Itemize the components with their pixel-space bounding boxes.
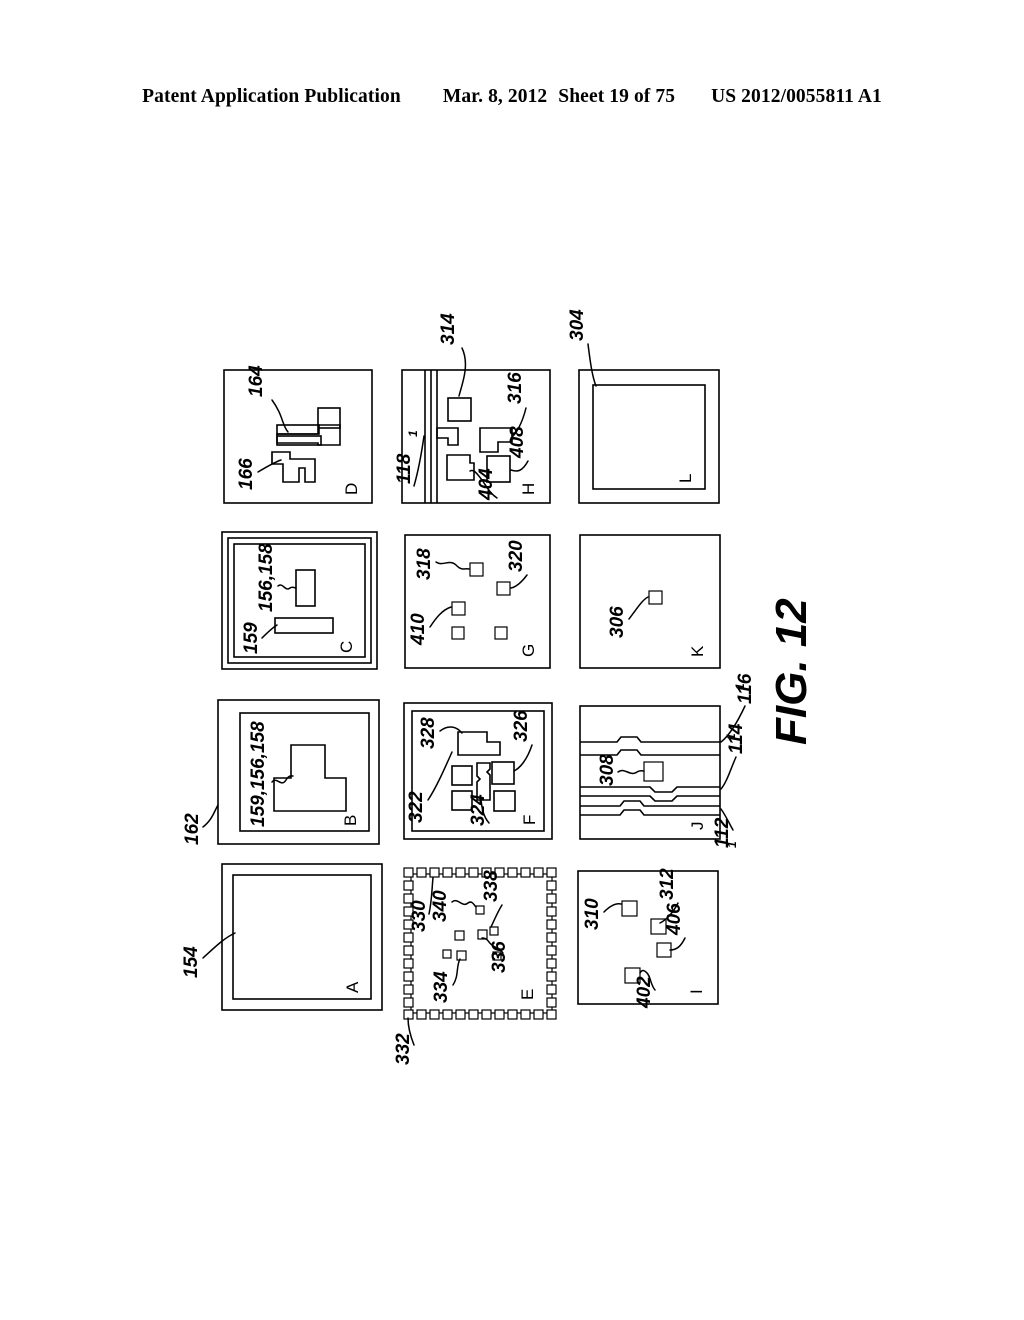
panel-letter-k: K bbox=[688, 645, 707, 657]
ref-314: 314 bbox=[438, 313, 459, 345]
ref-318: 318 bbox=[414, 548, 435, 580]
panel-h: 314 316 408 404 118 1 H bbox=[394, 313, 551, 504]
ref-154: 154 bbox=[181, 946, 202, 978]
ref-164: 164 bbox=[246, 365, 267, 397]
figure-title: FIG. 12 bbox=[767, 598, 816, 745]
panel-letter-c: C bbox=[337, 641, 356, 653]
ref-118-subscript: 1 bbox=[406, 430, 420, 437]
ref-328: 328 bbox=[418, 717, 439, 749]
panel-e: 330 340 338 334 336 332 E bbox=[393, 867, 557, 1065]
panel-i: 310 312 406 402 I bbox=[577, 868, 719, 1009]
ref-334: 334 bbox=[431, 971, 452, 1003]
ref-162: 162 bbox=[182, 813, 203, 845]
ref-338: 338 bbox=[481, 870, 502, 902]
ref-114-subscript: 1 bbox=[724, 733, 738, 740]
panel-f: 328 326 322 324 F bbox=[403, 702, 553, 840]
ref-322: 322 bbox=[406, 791, 427, 823]
ref-324: 324 bbox=[468, 794, 489, 826]
ref-340: 340 bbox=[430, 890, 451, 922]
panel-a: 154 A bbox=[181, 863, 383, 1011]
panel-letter-a: A bbox=[343, 981, 362, 993]
panel-letter-d: D bbox=[342, 483, 361, 495]
ref-308: 308 bbox=[597, 754, 618, 786]
ref-404: 404 bbox=[476, 468, 497, 501]
panel-d: 164 166 D bbox=[223, 365, 373, 504]
ref-304: 304 bbox=[567, 309, 588, 341]
panel-j: 308 116 1 114 1 112 1 J bbox=[579, 673, 756, 848]
ref-116-subscript: 1 bbox=[733, 683, 747, 690]
panel-b: 159,156,158 B 162 bbox=[182, 699, 380, 845]
panel-l: 304 L bbox=[567, 309, 720, 504]
panel-letter-g: G bbox=[519, 644, 538, 657]
ref-312: 312 bbox=[657, 868, 678, 900]
panel-c: 156,158 159 C bbox=[221, 531, 378, 670]
ref-410: 410 bbox=[408, 613, 429, 646]
ref-112-subscript: 1 bbox=[725, 841, 739, 848]
panel-letter-l: L bbox=[676, 474, 695, 483]
ref-118: 118 bbox=[394, 453, 415, 484]
panel-letter-e: E bbox=[518, 989, 537, 1000]
ref-408: 408 bbox=[507, 426, 528, 459]
ref-156-158: 156,158 bbox=[256, 543, 277, 612]
panel-letter-j: J bbox=[688, 822, 707, 831]
ref-310: 310 bbox=[582, 898, 603, 930]
panel-letter-i: I bbox=[687, 989, 706, 994]
ref-306: 306 bbox=[607, 606, 628, 638]
figure-12-drawing: 164 166 D 314 316 408 404 118 1 H 304 L … bbox=[0, 0, 1024, 1320]
panel-g: 318 320 410 G bbox=[404, 534, 551, 669]
ref-336: 336 bbox=[489, 941, 510, 973]
ref-159: 159 bbox=[241, 622, 262, 654]
ref-166: 166 bbox=[236, 458, 257, 490]
ref-320: 320 bbox=[506, 540, 527, 572]
ref-330: 330 bbox=[409, 900, 430, 932]
ref-159-156-158: 159,156,158 bbox=[248, 721, 269, 827]
panel-k: 306 K bbox=[579, 534, 721, 669]
panel-letter-h: H bbox=[519, 483, 538, 495]
panel-letter-b: B bbox=[341, 815, 360, 826]
ref-406: 406 bbox=[664, 903, 685, 936]
ref-316: 316 bbox=[505, 372, 526, 404]
ref-332: 332 bbox=[393, 1033, 414, 1065]
panel-letter-f: F bbox=[520, 815, 539, 825]
ref-326: 326 bbox=[511, 710, 532, 742]
ref-402: 402 bbox=[634, 976, 655, 1009]
